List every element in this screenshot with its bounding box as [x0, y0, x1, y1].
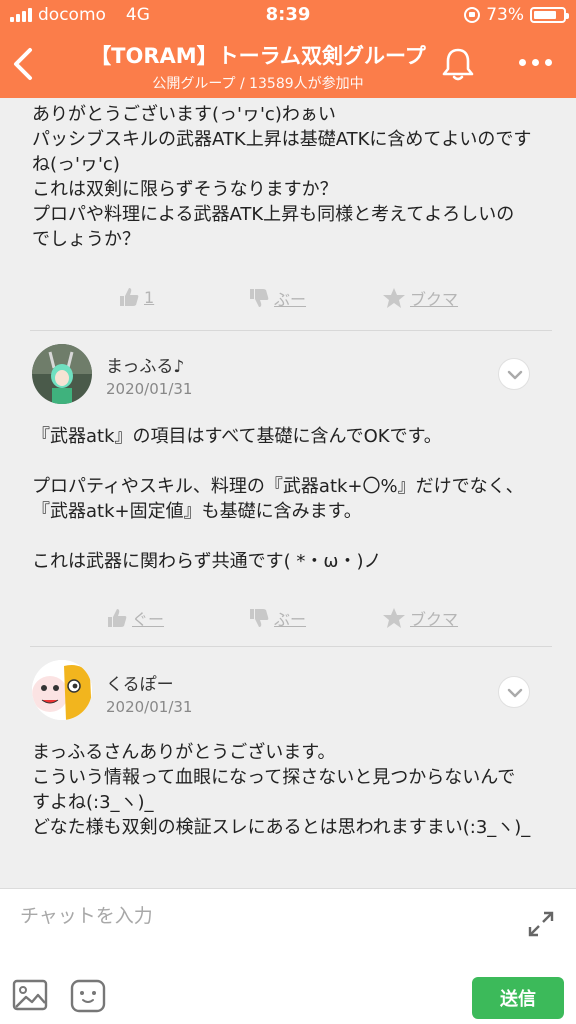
thumbs-up-icon: [120, 288, 139, 306]
thumbs-down-icon: [250, 609, 269, 627]
divider: [30, 646, 552, 647]
emoji-button[interactable]: [70, 979, 106, 1013]
message-actions: 1 ぶー ブクマ: [0, 286, 576, 316]
nav-header: 【TORAM】トーラム双剣グループ 公開グループ / 13589人が参加中: [0, 30, 576, 98]
bookmark-label: ブクマ: [410, 610, 459, 629]
thumbs-up-icon: [108, 609, 127, 627]
more-icon: [518, 58, 526, 66]
title-block: 【TORAM】トーラム双剣グループ 公開グループ / 13589人が参加中: [70, 40, 446, 93]
message-menu-button[interactable]: [498, 676, 530, 708]
expand-button[interactable]: [526, 909, 556, 939]
emoji-icon: [70, 979, 106, 1013]
status-right: 73%: [464, 5, 569, 25]
bookmark-label: ブクマ: [410, 290, 459, 309]
bookmark-button[interactable]: ブクマ: [382, 606, 458, 630]
message-text: まっふるさんありがとうございます。 こういう情報って血眼になって探さないと見つか…: [32, 742, 531, 838]
message-text: 『武器atk』の項目はすべて基礎に含んでOKです。 プロパティやスキル、料理の『…: [32, 426, 524, 572]
image-icon: [12, 979, 48, 1011]
notification-button[interactable]: [438, 44, 478, 84]
dislike-button[interactable]: ぶー: [248, 606, 306, 630]
avatar[interactable]: [32, 344, 92, 404]
star-icon: [383, 608, 405, 628]
bell-icon: [442, 48, 474, 81]
message-menu-button[interactable]: [498, 358, 530, 390]
star-icon: [383, 288, 405, 308]
app-header-area: docomo 4G 8:39 73% 【TORAM】トーラム双剣グループ 公開グ…: [0, 0, 576, 98]
post-date: 2020/01/31: [106, 380, 193, 398]
avatar[interactable]: [32, 660, 92, 720]
group-title: 【TORAM】トーラム双剣グループ: [90, 44, 426, 68]
chat-input-bar: 送信: [0, 888, 576, 1024]
divider: [30, 330, 552, 331]
like-count: 1: [144, 287, 155, 307]
more-button[interactable]: [510, 52, 560, 72]
thumbs-down-icon: [250, 289, 269, 307]
dislike-label: ぶー: [274, 290, 307, 309]
back-button[interactable]: [10, 44, 40, 84]
username[interactable]: まっふる♪: [106, 352, 184, 377]
dislike-label: ぶー: [274, 610, 307, 629]
chat-input[interactable]: [20, 905, 500, 927]
like-button[interactable]: ぐー: [106, 606, 164, 630]
send-button[interactable]: 送信: [472, 977, 564, 1019]
chevron-down-icon: [507, 370, 523, 380]
dislike-button[interactable]: ぶー: [248, 286, 306, 310]
back-icon: [14, 48, 32, 80]
username[interactable]: くるぽー: [106, 670, 174, 695]
message-text: ありがとうございます(っ'ヮ'c)わぁい パッシブスキルの武器ATK上昇は基礎A…: [32, 104, 532, 250]
message-actions: ぐー ぶー ブクマ: [0, 606, 576, 636]
image-button[interactable]: [12, 979, 48, 1011]
post-date: 2020/01/31: [106, 698, 193, 716]
like-label: ぐー: [132, 610, 165, 629]
expand-icon: [528, 911, 554, 937]
rotation-lock-icon: [464, 7, 481, 23]
like-button[interactable]: 1: [118, 286, 154, 308]
status-bar: docomo 4G 8:39 73%: [0, 0, 576, 30]
battery-percent: 73%: [486, 5, 524, 25]
group-subtitle: 公開グループ / 13589人が参加中: [152, 76, 364, 92]
battery-icon: [530, 7, 569, 23]
chevron-down-icon: [507, 688, 523, 698]
bookmark-button[interactable]: ブクマ: [382, 286, 458, 310]
